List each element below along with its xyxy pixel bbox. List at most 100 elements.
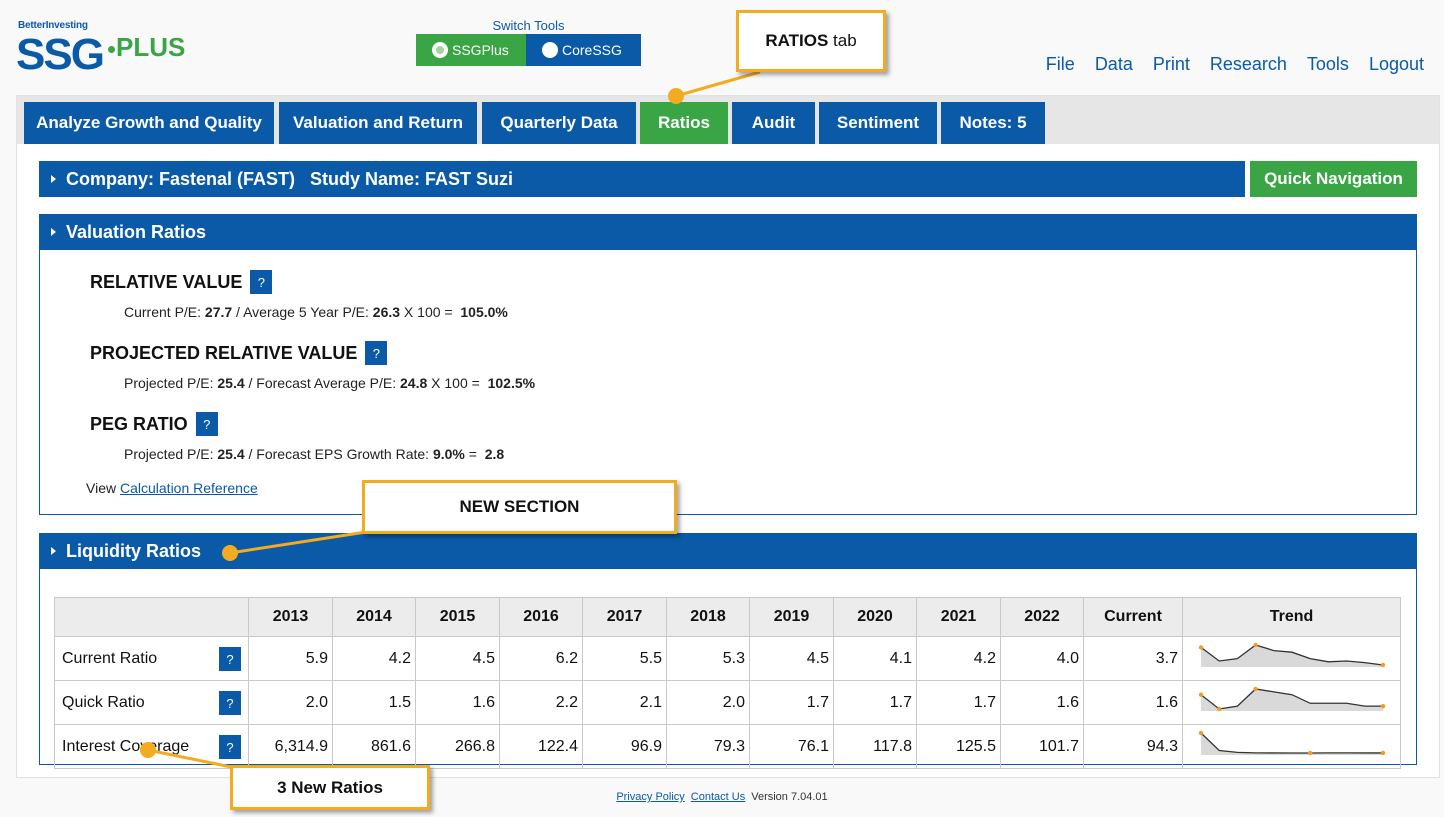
row-help-icon[interactable]: ? [219, 647, 241, 671]
table-cell: 1.7 [833, 680, 917, 725]
table-cell: 6,314.9 [248, 724, 333, 769]
trend-sparkline [1198, 642, 1386, 668]
footer: Privacy Policy Contact Us Version 7.04.01 [0, 791, 1444, 803]
table-cell: 4.1 [833, 636, 917, 681]
formula-text: = [464, 446, 485, 462]
table-cell: 117.8 [833, 724, 917, 769]
logo-dot [108, 46, 115, 53]
table-cell: 1.7 [916, 680, 1001, 725]
tab-valuation-return[interactable]: Valuation and Return [279, 102, 477, 144]
nav-data[interactable]: Data [1095, 54, 1133, 75]
liquidity-ratios-title: Liquidity Ratios [66, 540, 201, 561]
formula-result: 102.5% [487, 375, 536, 391]
table-cell: 3.7 [1083, 636, 1183, 681]
nav-print[interactable]: Print [1153, 54, 1190, 75]
tab-notes[interactable]: Notes: 5 [941, 102, 1045, 144]
formula-text: X 100 = [400, 304, 461, 320]
table-cell: 79.3 [666, 724, 750, 769]
formula-text: X 100 = [427, 375, 488, 391]
table-cell: 6.2 [499, 636, 583, 681]
switch-tools-label: Switch Tools [492, 18, 565, 33]
tab-analyze-growth[interactable]: Analyze Growth and Quality [24, 102, 274, 144]
expand-triangle-icon [51, 228, 56, 236]
table-cell: 2.0 [666, 680, 750, 725]
table-cell: 96.9 [582, 724, 667, 769]
nav-research[interactable]: Research [1210, 54, 1287, 75]
formula-text: / Average 5 Year P/E: [232, 304, 373, 320]
table-cell: 76.1 [749, 724, 834, 769]
tab-quarterly-data[interactable]: Quarterly Data [482, 102, 636, 144]
table-header-year: 2015 [415, 597, 500, 637]
privacy-policy-link[interactable]: Privacy Policy [616, 791, 684, 803]
table-cell: 2.1 [582, 680, 667, 725]
table-cell: 4.0 [1000, 636, 1084, 681]
table-header-year: 2020 [833, 597, 917, 637]
peg-ratio-formula: Projected P/E: 25.4 / Forecast EPS Growt… [124, 446, 504, 462]
projected-relative-value-formula: Projected P/E: 25.4 / Forecast Average P… [124, 375, 535, 391]
trend-marker [1308, 750, 1313, 756]
company-study-title: Company: Fastenal (FAST) Study Name: FAS… [66, 168, 514, 189]
row-help-icon[interactable]: ? [219, 735, 241, 759]
row-label-cell: Current Ratio? [54, 636, 249, 681]
liquidity-ratios-header[interactable]: Liquidity Ratios [39, 533, 1417, 569]
table-cell: 4.5 [749, 636, 834, 681]
nav-file[interactable]: File [1046, 54, 1075, 75]
table-row: Interest Coverage? 6,314.9 861.6 266.8 122.4… [54, 724, 1401, 769]
quick-navigation-button[interactable]: Quick Navigation [1250, 161, 1417, 197]
coressg-option[interactable]: CoreSSG [526, 34, 641, 66]
table-header-year: 2018 [666, 597, 750, 637]
projected-relative-value-help-icon[interactable]: ? [365, 341, 388, 365]
trend-sparkline [1198, 730, 1386, 756]
formula-text: / Forecast EPS Growth Rate: [244, 446, 433, 462]
tab-sentiment[interactable]: Sentiment [819, 102, 937, 144]
table-header-year: 2022 [1000, 597, 1084, 637]
valuation-ratios-title: Valuation Ratios [66, 221, 207, 242]
trend-area [1201, 645, 1383, 667]
formula-value: 9.0% [432, 446, 465, 462]
calculation-reference-link[interactable]: Calculation Reference [120, 480, 258, 496]
new-ratios-callout-marker [140, 742, 156, 758]
radio-selected-icon [432, 42, 448, 58]
table-header-year: 2021 [916, 597, 1001, 637]
relative-value-heading: RELATIVE VALUE ? [90, 270, 273, 294]
company-bar[interactable]: Company: Fastenal (FAST) Study Name: FAS… [39, 161, 1245, 197]
table-header-trend: Trend [1182, 597, 1401, 637]
table-cell: 861.6 [332, 724, 416, 769]
expand-triangle-icon [51, 547, 56, 555]
table-cell: 4.5 [415, 636, 500, 681]
trend-marker [1198, 730, 1204, 736]
trend-sparkline-cell [1182, 680, 1401, 725]
radio-unselected-icon [542, 42, 558, 58]
new-ratios-callout: 3 New Ratios [230, 765, 430, 810]
ssgplus-option-label: SSGPlus [452, 42, 509, 58]
trend-marker [1380, 750, 1386, 756]
coressg-option-label: CoreSSG [562, 42, 622, 58]
contact-us-link[interactable]: Contact Us [691, 791, 745, 803]
ssgplus-option[interactable]: SSGPlus [416, 34, 526, 66]
formula-value: 25.4 [217, 375, 245, 391]
trend-marker [1380, 662, 1386, 668]
row-help-icon[interactable]: ? [219, 691, 241, 715]
trend-marker [1253, 642, 1258, 648]
valuation-ratios-header[interactable]: Valuation Ratios [39, 214, 1417, 250]
top-nav: File Data Print Research Tools Logout [1046, 54, 1424, 75]
table-cell: 4.2 [916, 636, 1001, 681]
logo-ssg: SSG [16, 30, 105, 79]
callout-text: tab [828, 31, 857, 50]
switch-tools-toggle: SSGPlus CoreSSG [416, 34, 641, 66]
formula-value: 24.8 [400, 375, 428, 391]
peg-ratio-help-icon[interactable]: ? [195, 412, 218, 436]
table-cell: 125.5 [916, 724, 1001, 769]
table-header-empty [54, 597, 249, 637]
ratios-callout-connector [675, 70, 761, 98]
relative-value-help-icon[interactable]: ? [250, 270, 273, 294]
row-label: Quick Ratio [62, 693, 145, 711]
nav-tools[interactable]: Tools [1307, 54, 1349, 75]
new-section-callout: NEW SECTION [362, 480, 677, 534]
tab-ratios[interactable]: Ratios [640, 102, 728, 144]
logo-plus: PLUS [116, 32, 186, 62]
nav-logout[interactable]: Logout [1369, 54, 1424, 75]
table-cell: 2.2 [499, 680, 583, 725]
table-cell: 1.6 [415, 680, 500, 725]
tab-audit[interactable]: Audit [732, 102, 815, 144]
